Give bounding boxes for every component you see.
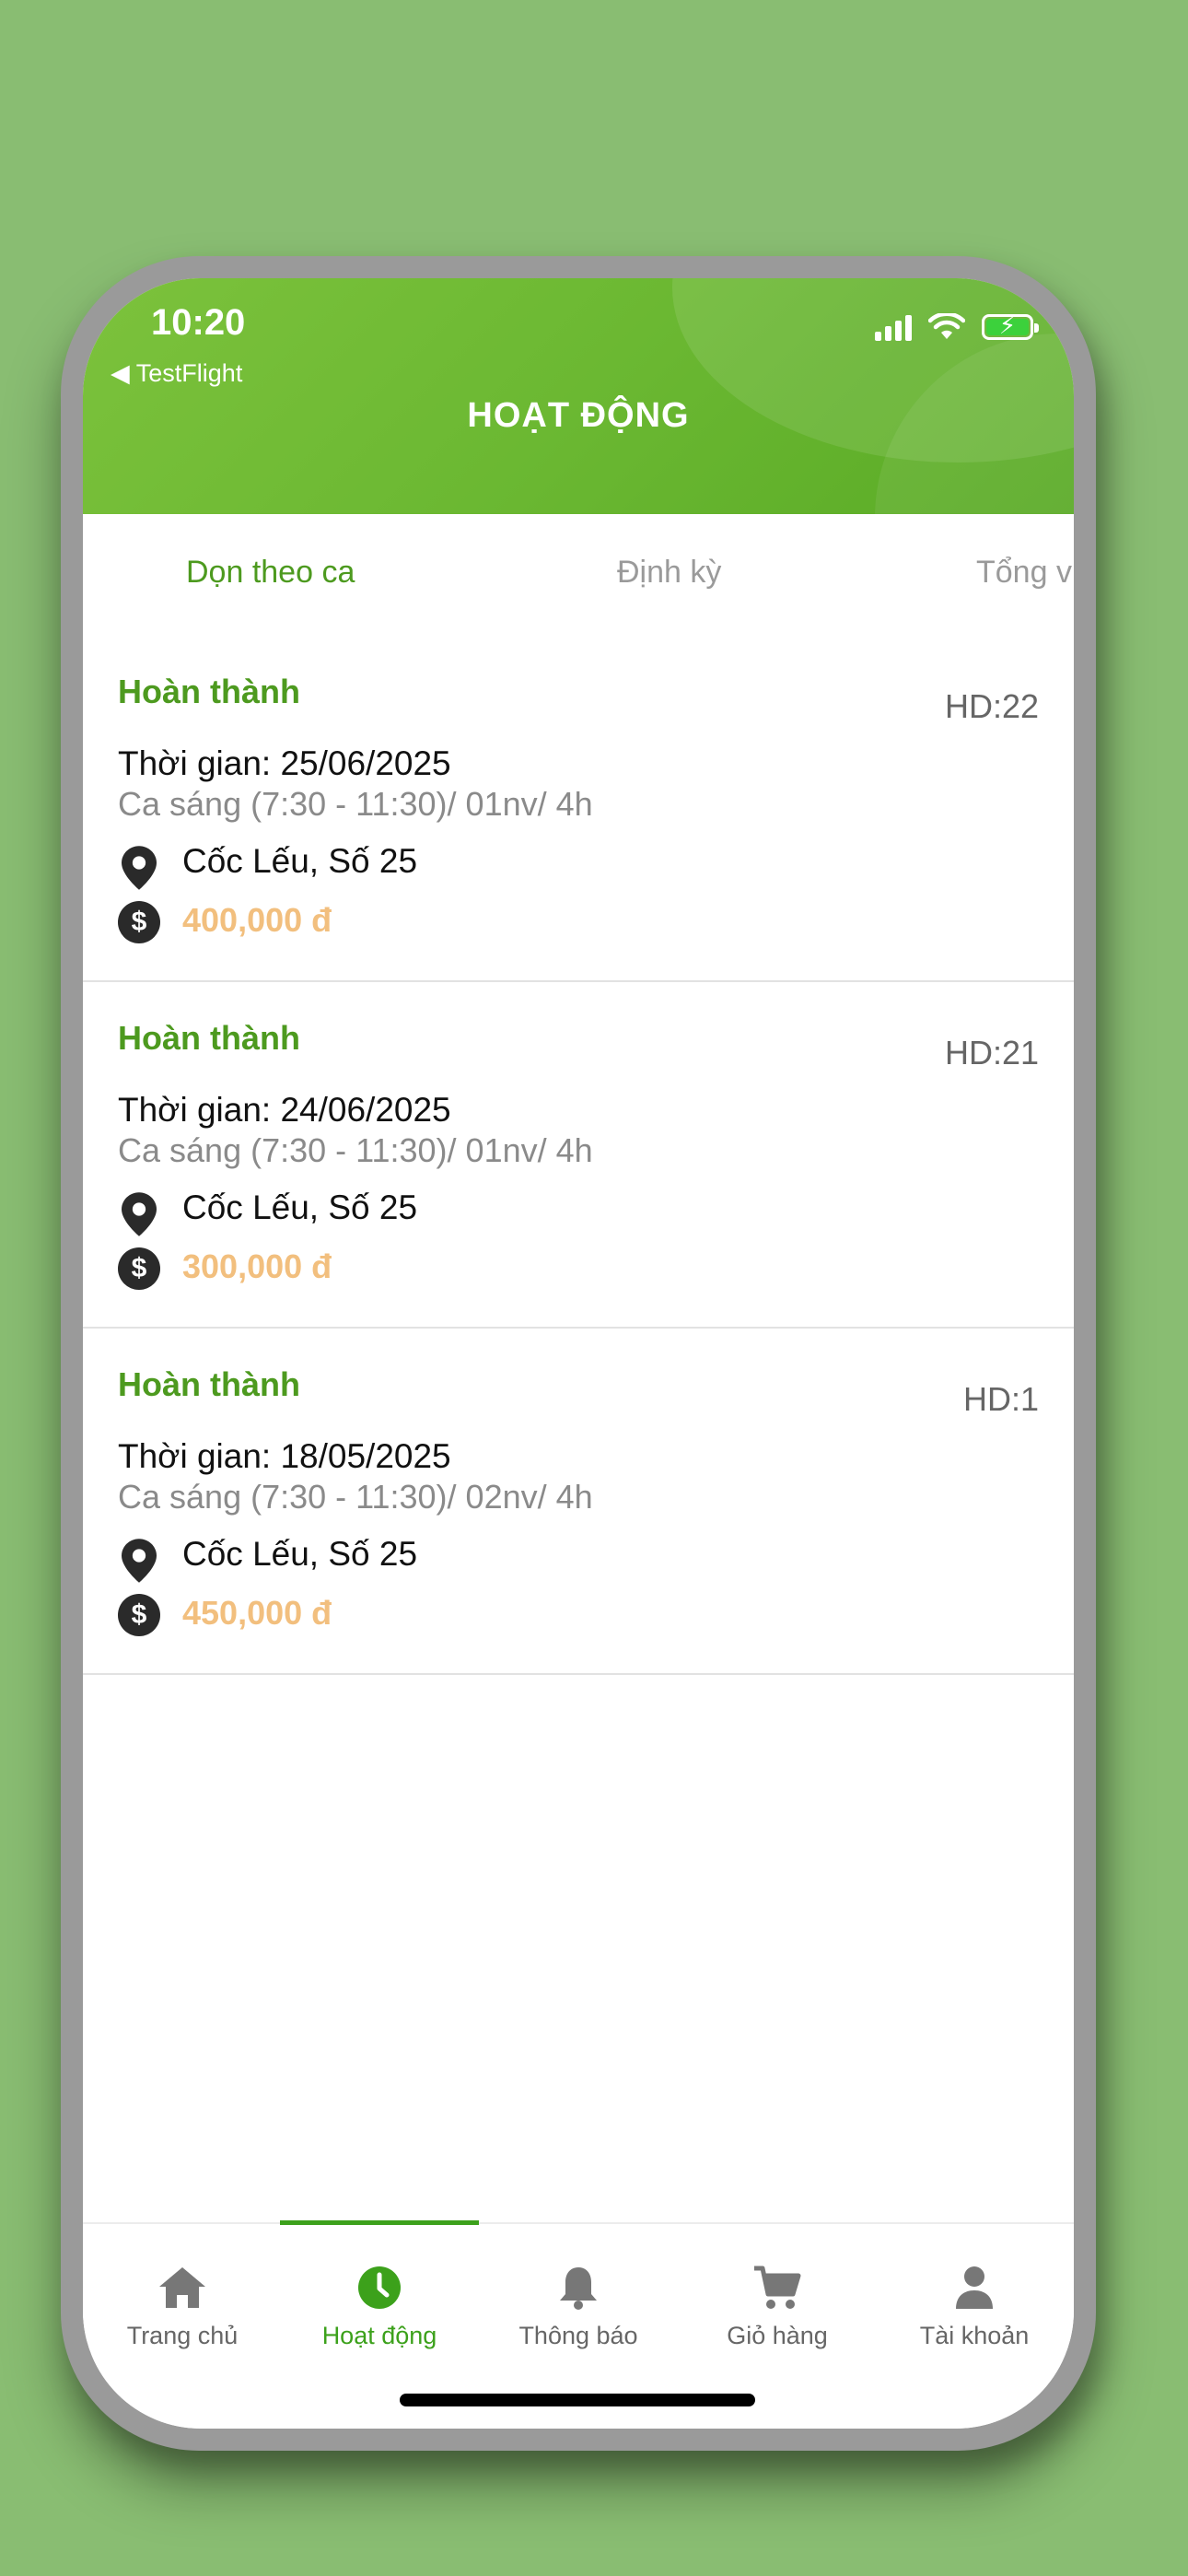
phone-frame: 10:20 ◀ TestFlight ⚡ HOẠT ĐỘNG Dọn theo … xyxy=(61,256,1096,2451)
status-icons: ⚡ xyxy=(875,311,1039,341)
nav-label: Giỏ hàng xyxy=(727,2322,828,2349)
home-icon xyxy=(159,2267,205,2308)
nav-hoat-dong[interactable]: Hoạt động xyxy=(280,2265,479,2350)
location-pin-icon xyxy=(122,1192,157,1236)
order-card[interactable]: Hoàn thành HD:1 Thời gian: 18/05/2025 Ca… xyxy=(83,1329,1074,1675)
order-date: Thời gian: 25/06/2025 xyxy=(118,744,451,782)
bell-icon xyxy=(560,2267,597,2310)
location-pin-icon xyxy=(122,846,157,890)
order-status: Hoàn thành xyxy=(118,673,300,710)
order-date: Thời gian: 24/06/2025 xyxy=(118,1091,451,1129)
nav-gio-hang[interactable]: Giỏ hàng xyxy=(678,2265,877,2350)
order-shift: Ca sáng (7:30 - 11:30)/ 01nv/ 4h xyxy=(118,785,593,823)
order-shift: Ca sáng (7:30 - 11:30)/ 01nv/ 4h xyxy=(118,1131,593,1169)
nav-trang-chu[interactable]: Trang chủ xyxy=(83,2265,282,2350)
status-time: 10:20 xyxy=(151,302,246,343)
cart-icon xyxy=(754,2266,801,2309)
app-header: 10:20 ◀ TestFlight ⚡ HOẠT ĐỘNG xyxy=(83,278,1074,514)
nav-thong-bao[interactable]: Thông báo xyxy=(479,2265,678,2350)
app-screen: 10:20 ◀ TestFlight ⚡ HOẠT ĐỘNG Dọn theo … xyxy=(83,278,1074,2429)
order-card[interactable]: Hoàn thành HD:21 Thời gian: 24/06/2025 C… xyxy=(83,982,1074,1329)
page-title: HOẠT ĐỘNG xyxy=(467,396,690,435)
wifi-icon xyxy=(928,313,965,339)
order-status: Hoàn thành xyxy=(118,1365,300,1403)
money-icon: $ xyxy=(118,1247,160,1290)
clock-icon xyxy=(358,2266,401,2309)
tab-tong[interactable]: Tổng v xyxy=(976,555,1072,591)
order-price: 450,000 đ xyxy=(182,1594,332,1632)
order-date: Thời gian: 18/05/2025 xyxy=(118,1437,451,1475)
order-code: HD:22 xyxy=(944,687,1039,725)
order-code: HD:1 xyxy=(962,1380,1039,1418)
order-location: Cốc Lếu, Số 25 xyxy=(182,1535,418,1573)
nav-label: Trang chủ xyxy=(126,2322,239,2349)
active-tab-indicator xyxy=(280,2220,479,2225)
back-to-testflight[interactable]: ◀ TestFlight xyxy=(111,359,242,388)
tab-bar: Dọn theo ca Định kỳ Tổng v xyxy=(83,514,1074,638)
tab-dinh-ky[interactable]: Định kỳ xyxy=(617,555,721,591)
money-icon: $ xyxy=(118,1594,160,1636)
tab-don-theo-ca[interactable]: Dọn theo ca xyxy=(186,555,355,591)
nav-label: Tài khoản xyxy=(919,2322,1030,2349)
home-indicator[interactable] xyxy=(400,2394,755,2406)
order-price: 400,000 đ xyxy=(182,901,332,939)
money-icon: $ xyxy=(118,901,160,943)
battery-charging-icon: ⚡ xyxy=(982,311,1039,340)
location-pin-icon xyxy=(122,1539,157,1583)
order-location: Cốc Lếu, Số 25 xyxy=(182,1188,418,1226)
nav-label: Hoạt động xyxy=(321,2322,437,2349)
order-shift: Ca sáng (7:30 - 11:30)/ 02nv/ 4h xyxy=(118,1478,593,1516)
signal-icon xyxy=(875,313,912,341)
nav-tai-khoan[interactable]: Tài khoản xyxy=(875,2265,1074,2350)
order-price: 300,000 đ xyxy=(182,1247,332,1285)
order-location: Cốc Lếu, Số 25 xyxy=(182,842,418,880)
user-icon xyxy=(956,2266,993,2309)
order-card[interactable]: Hoàn thành HD:22 Thời gian: 25/06/2025 C… xyxy=(83,636,1074,982)
nav-label: Thông báo xyxy=(518,2322,638,2349)
order-code: HD:21 xyxy=(944,1034,1039,1071)
order-status: Hoàn thành xyxy=(118,1019,300,1057)
